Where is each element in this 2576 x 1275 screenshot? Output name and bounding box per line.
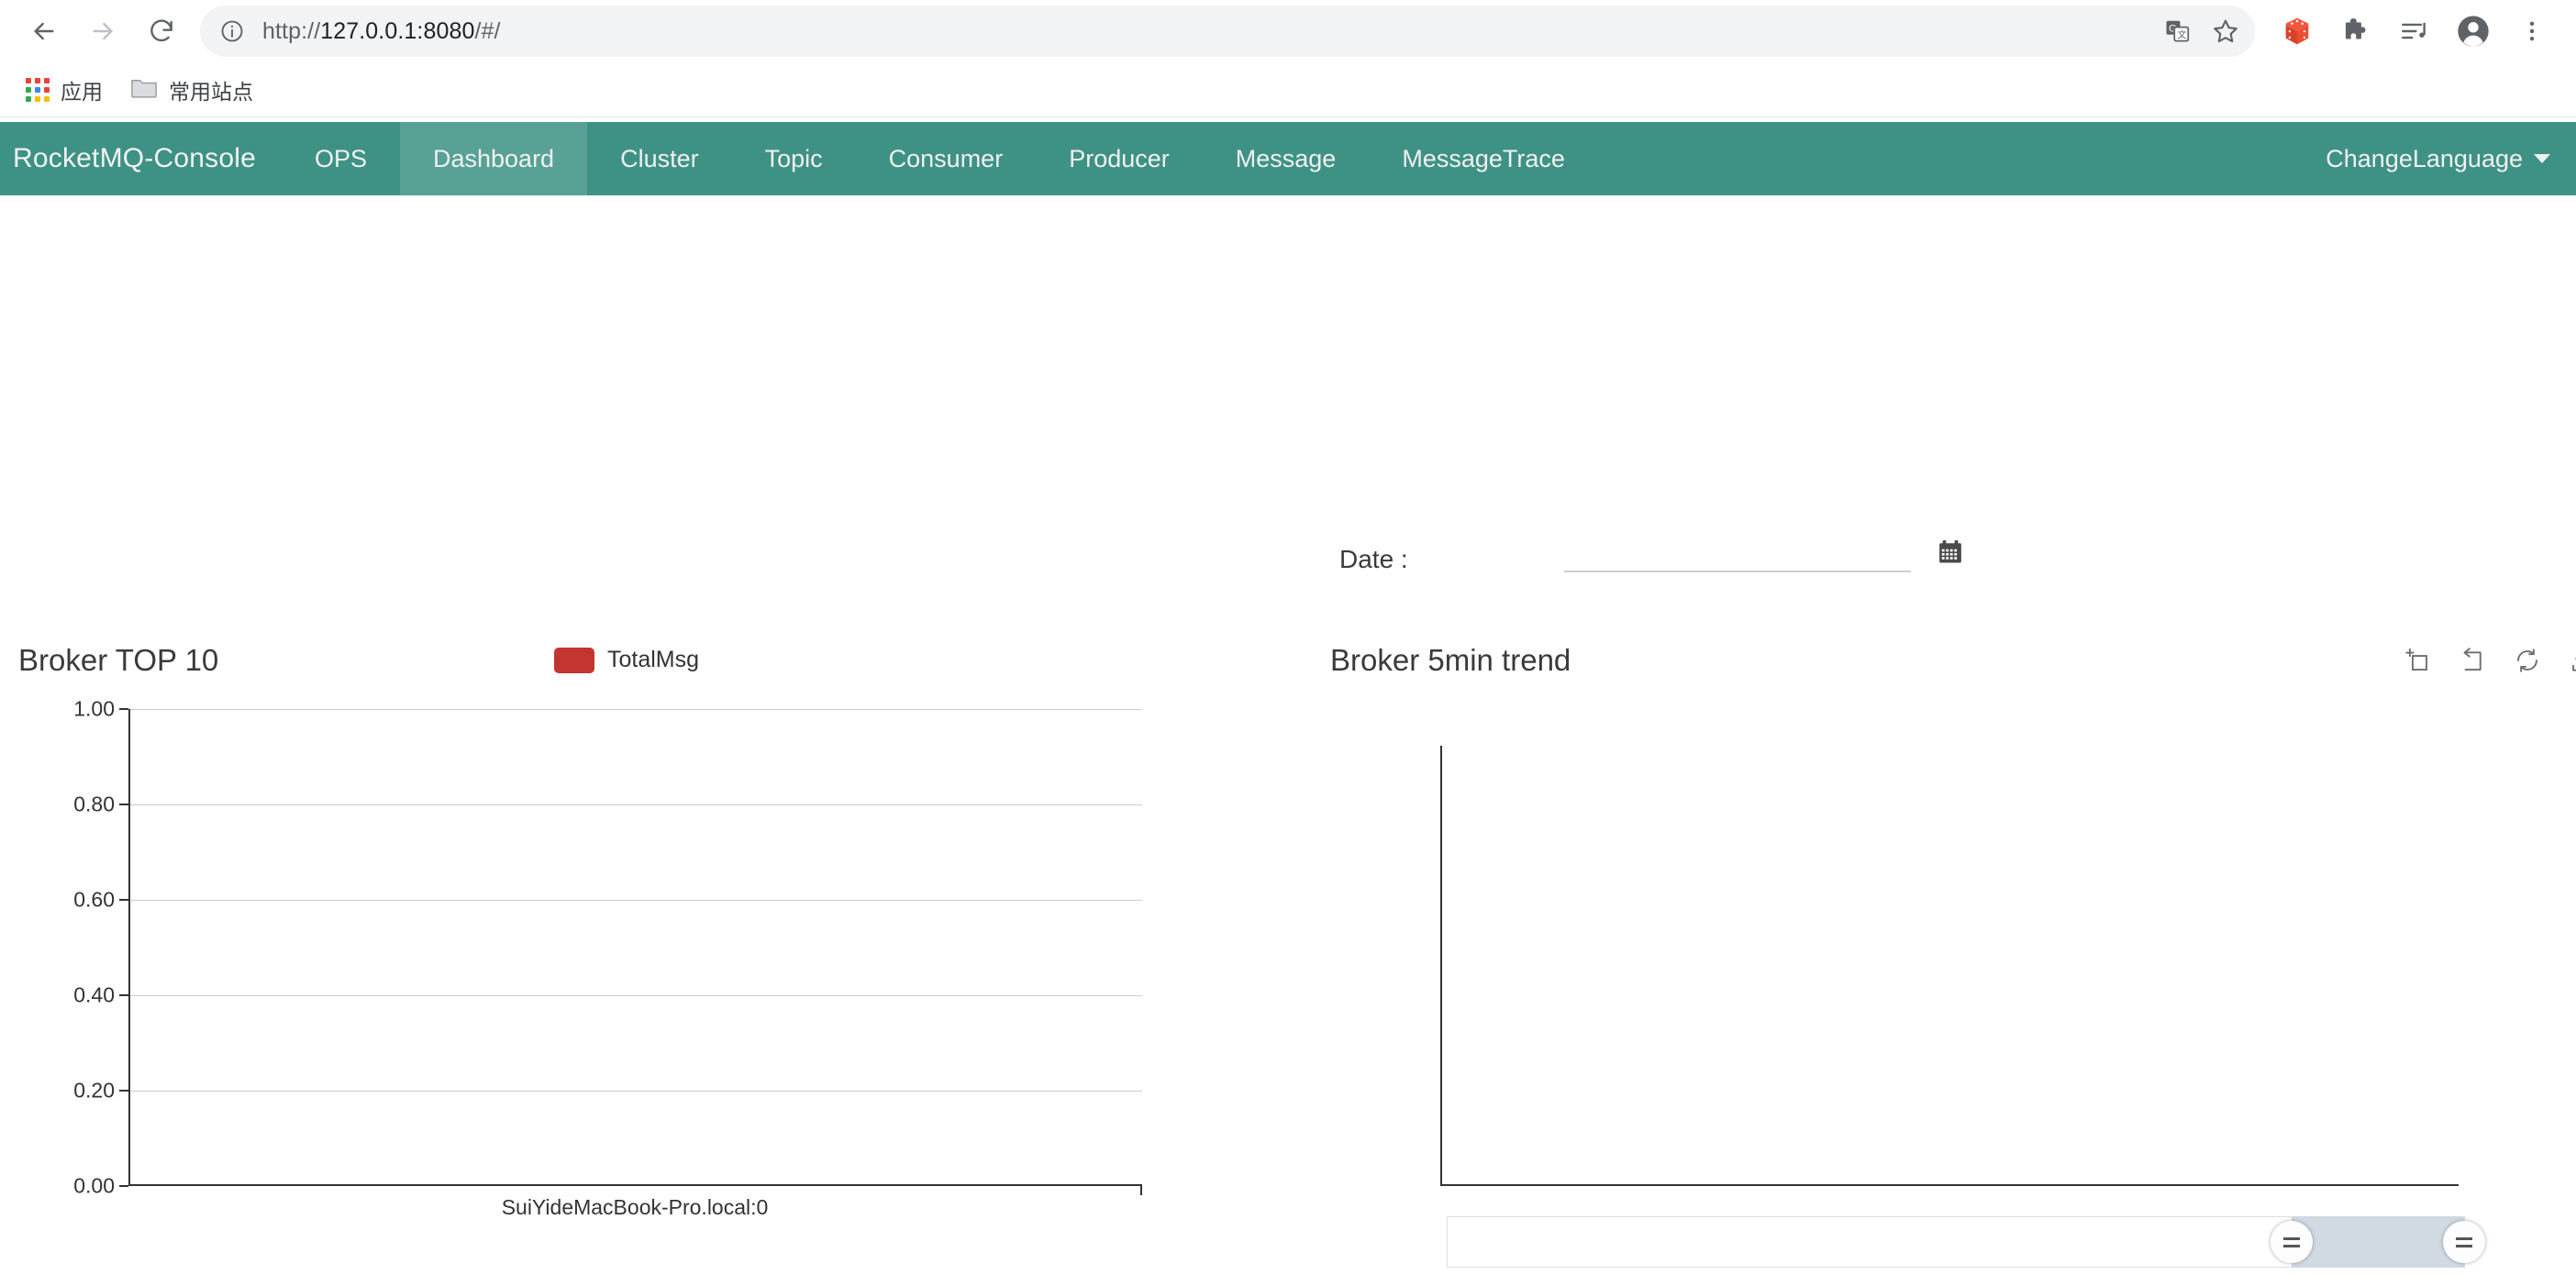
nav-item-message[interactable]: Message (1203, 122, 1370, 195)
x-tick-mark (1140, 1186, 1142, 1195)
nav-item-producer[interactable]: Producer (1036, 122, 1203, 195)
y-tick-4: 0.80 (73, 792, 115, 816)
folder-icon (130, 75, 158, 104)
nav-item-dashboard[interactable]: Dashboard (399, 122, 588, 195)
back-arrow-icon (29, 17, 59, 46)
y-axis-labels: 0.00 0.20 0.40 0.60 0.80 1.00 (0, 697, 115, 1198)
restore-icon[interactable] (2459, 647, 2486, 674)
bookmarks-bar: 应用 常用站点 (0, 62, 2576, 117)
reload-icon (147, 17, 176, 46)
bookmark-folder-label: 常用站点 (169, 79, 253, 104)
date-filter-row: Date : (1339, 535, 1964, 572)
calendar-icon[interactable] (1937, 538, 1964, 571)
url-host: 127.0.0.1:8080 (320, 17, 475, 44)
gridline (128, 900, 1142, 901)
url-text: http://127.0.0.1:8080/#/ (262, 18, 501, 45)
browser-nav-row: http://127.0.0.1:8080/#/ G 文 (0, 0, 2576, 62)
back-button[interactable] (15, 2, 73, 61)
translate-icon[interactable]: G 文 (2154, 7, 2202, 55)
bookmark-apps[interactable]: 应用 (15, 69, 114, 111)
browser-chrome: http://127.0.0.1:8080/#/ G 文 应用 常用站点 (0, 0, 2576, 122)
star-icon[interactable] (2202, 7, 2249, 55)
data-zoom-selected-range[interactable] (2291, 1216, 2464, 1268)
address-bar[interactable]: http://127.0.0.1:8080/#/ G 文 (200, 6, 2255, 57)
broker-trend-chart[interactable] (1440, 746, 2459, 1186)
apps-grid-icon (26, 77, 50, 102)
data-zoom-handle-left[interactable] (2270, 1221, 2313, 1263)
dashboard-page: Date : Broker TOP 10 TotalMsg 0.00 0.20 … (0, 195, 2576, 1275)
data-zoom-handle-right[interactable] (2443, 1221, 2485, 1263)
three-dot-menu-icon[interactable] (2506, 6, 2558, 57)
navbar-right: ChangeLanguage (2326, 122, 2576, 195)
change-language-label: ChangeLanguage (2326, 144, 2523, 172)
nav-links: OPS Dashboard Cluster Topic Consumer Pro… (282, 122, 1598, 195)
y-tick-mark (119, 1090, 128, 1092)
omnibox-actions: G 文 (2154, 6, 2249, 57)
y-tick-5: 1.00 (73, 696, 115, 721)
broker-trend-toolbox (2404, 647, 2576, 674)
gridline (128, 995, 1142, 996)
broker-top10-title: Broker TOP 10 (18, 643, 219, 677)
broker-trend-title: Broker 5min trend (1330, 643, 1571, 677)
reload-button[interactable] (132, 2, 191, 61)
date-input[interactable] (1563, 535, 1911, 572)
y-tick-0: 0.00 (73, 1173, 115, 1198)
broker-top10-chart[interactable]: 0.00 0.20 0.40 0.60 0.80 1.00 SuiYideMac… (0, 697, 1211, 1219)
forward-arrow-icon (88, 17, 117, 46)
url-scheme: http:// (262, 17, 321, 44)
y-tick-3: 0.60 (73, 887, 115, 912)
chevron-down-icon (2534, 154, 2550, 163)
app-navbar: RocketMQ-Console OPS Dashboard Cluster T… (0, 122, 2576, 195)
y-axis-line (128, 709, 130, 1186)
dice-extension-icon[interactable] (2271, 6, 2323, 57)
browser-toolbar-icons (2268, 6, 2561, 57)
app-brand[interactable]: RocketMQ-Console (0, 122, 282, 195)
data-zoom-slider[interactable] (1447, 1216, 2485, 1268)
svg-text:文: 文 (2177, 29, 2186, 41)
x-axis-line (1440, 1184, 2459, 1186)
date-label: Date : (1339, 545, 1408, 573)
y-tick-mark (119, 804, 128, 805)
legend-label: TotalMsg (607, 647, 700, 672)
nav-item-ops[interactable]: OPS (282, 122, 400, 195)
nav-item-consumer[interactable]: Consumer (856, 122, 1037, 195)
puzzle-piece-icon[interactable] (2330, 6, 2382, 57)
nav-item-topic[interactable]: Topic (732, 122, 856, 195)
x-axis-category-label: SuiYideMacBook-Pro.local:0 (501, 1195, 769, 1219)
y-tick-mark (119, 708, 128, 710)
gridline (128, 709, 1142, 710)
y-tick-2: 0.40 (73, 982, 115, 1007)
forward-button[interactable] (73, 2, 132, 61)
playlist-music-icon[interactable] (2389, 6, 2440, 57)
refresh-icon[interactable] (2514, 647, 2541, 674)
y-tick-1: 0.20 (73, 1078, 115, 1103)
nav-item-messagetrace[interactable]: MessageTrace (1369, 122, 1598, 195)
profile-avatar-icon[interactable] (2448, 6, 2499, 57)
bookmark-folder[interactable]: 常用站点 (119, 69, 264, 111)
gridline (128, 1091, 1142, 1092)
nav-item-cluster[interactable]: Cluster (587, 122, 732, 195)
url-path: /#/ (474, 17, 501, 44)
bookmark-apps-label: 应用 (61, 79, 103, 104)
data-zoom-icon[interactable] (2404, 647, 2431, 674)
legend-swatch (554, 647, 594, 673)
y-axis-line (1440, 746, 1442, 1186)
x-axis-line (128, 1184, 1142, 1186)
change-language-dropdown[interactable]: ChangeLanguage (2326, 145, 2550, 173)
y-tick-mark (119, 1185, 128, 1187)
y-tick-mark (119, 899, 128, 901)
broker-top10-legend[interactable]: TotalMsg (554, 647, 699, 673)
download-icon[interactable] (2569, 647, 2576, 674)
gridline (128, 804, 1142, 805)
y-tick-mark (119, 994, 128, 996)
site-info-icon[interactable] (218, 17, 246, 45)
